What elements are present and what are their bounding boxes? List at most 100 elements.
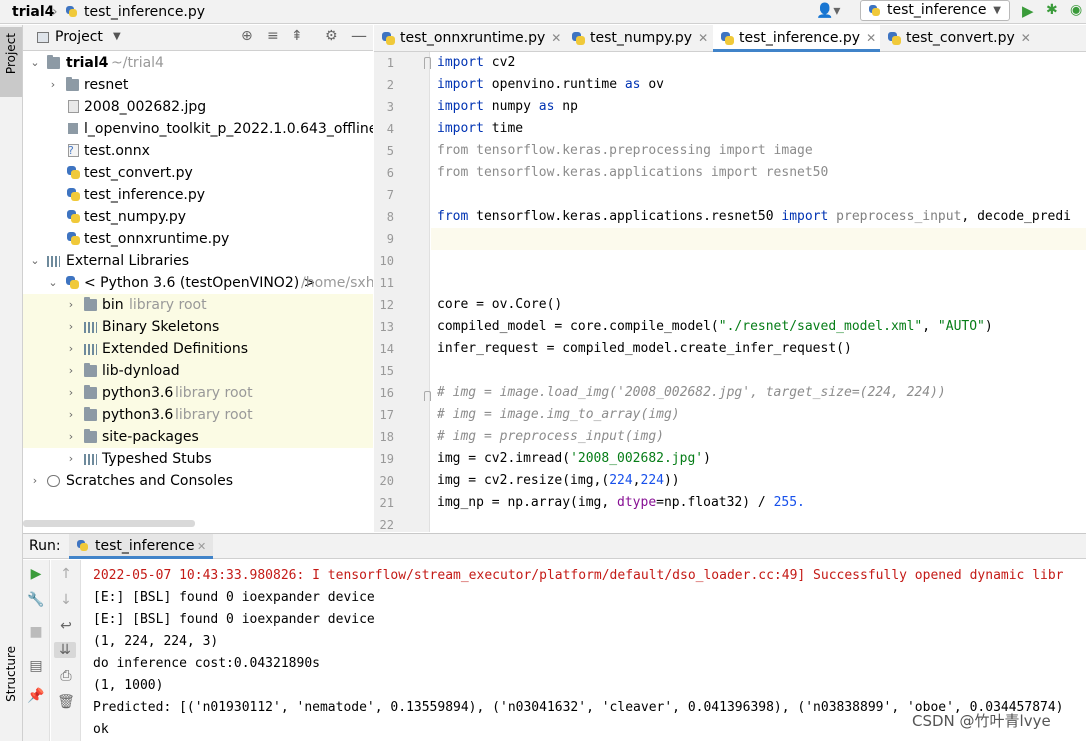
arrow-down-icon[interactable]: ↓: [56, 592, 76, 608]
chevron-right-icon[interactable]: ›: [65, 426, 77, 448]
pin-icon[interactable]: 📌: [26, 688, 46, 704]
gear-icon[interactable]: ⚙: [325, 28, 338, 44]
code-editor[interactable]: import cv2 import openvino.runtime as ov…: [431, 52, 1086, 532]
chevron-right-icon[interactable]: ›: [65, 360, 77, 382]
folder-icon: [84, 385, 97, 399]
line-number: 17: [379, 408, 394, 422]
soft-wrap-icon[interactable]: ↩: [56, 618, 76, 634]
locate-icon[interactable]: ⊕: [241, 28, 253, 44]
chevron-down-icon[interactable]: ▼: [113, 31, 121, 42]
print-icon[interactable]: ⎙: [56, 668, 76, 684]
tree-item-onnx[interactable]: ? test.onnx: [23, 140, 373, 162]
code-line-18: # img = preprocess_input(img): [437, 429, 664, 444]
chevron-right-icon[interactable]: ›: [65, 404, 77, 426]
python-file-icon: [382, 32, 395, 45]
tree-external-libraries[interactable]: ⌄ External Libraries: [23, 250, 373, 272]
scroll-to-end-icon[interactable]: ⇊: [54, 642, 76, 658]
tree-item-label: test.onnx: [84, 143, 150, 159]
python-file-icon: [888, 32, 901, 45]
close-icon[interactable]: ✕: [197, 540, 206, 553]
collapse-all-icon[interactable]: ⇞: [291, 28, 303, 44]
code-line-2: import openvino.runtime as ov: [437, 77, 664, 92]
close-icon[interactable]: ✕: [551, 31, 561, 45]
chevron-right-icon[interactable]: ›: [65, 294, 77, 316]
coverage-icon[interactable]: ◉: [1070, 2, 1082, 18]
tree-item-label: l_openvino_toolkit_p_2022.1.0.643_offlin…: [84, 121, 373, 137]
wrench-icon[interactable]: 🔧: [26, 592, 46, 608]
tree-lib-extended-definitions[interactable]: › Extended Definitions: [23, 338, 373, 360]
chevron-right-icon[interactable]: ›: [65, 382, 77, 404]
tree-lib-binary-skeletons[interactable]: › Binary Skeletons: [23, 316, 373, 338]
close-icon[interactable]: ✕: [866, 31, 876, 45]
scratches-icon: [47, 475, 60, 487]
breadcrumb-project[interactable]: trial4: [12, 2, 54, 22]
tree-item-test-onnxruntime[interactable]: test_onnxruntime.py: [23, 228, 373, 250]
tab-test-onnxruntime[interactable]: test_onnxruntime.py ✕: [374, 25, 564, 52]
code-line-4: import time: [437, 121, 524, 136]
close-icon[interactable]: ✕: [698, 31, 708, 45]
console-line: [E:] [BSL] found 0 ioexpander device: [93, 590, 375, 605]
arrow-up-icon[interactable]: ↑: [56, 566, 76, 582]
code-line-5: from tensorflow.keras.preprocessing impo…: [437, 143, 813, 158]
breadcrumb-file[interactable]: test_inference.py: [84, 2, 205, 22]
tree-lib-site-packages[interactable]: › site-packages: [23, 426, 373, 448]
trash-icon[interactable]: 🗑: [56, 694, 76, 710]
chevron-right-icon[interactable]: ›: [29, 470, 41, 492]
tab-test-inference[interactable]: test_inference.py ✕: [713, 25, 880, 52]
tree-lib-note: library root: [175, 385, 253, 401]
chevron-down-icon[interactable]: ⌄: [29, 250, 41, 272]
hide-icon[interactable]: —: [351, 26, 367, 45]
tab-test-convert[interactable]: test_convert.py ✕: [880, 25, 1045, 52]
tree-scratches[interactable]: › Scratches and Consoles: [23, 470, 373, 492]
tree-item-test-numpy[interactable]: test_numpy.py: [23, 206, 373, 228]
tree-root-label: trial4: [66, 55, 109, 71]
project-panel-title[interactable]: Project: [55, 29, 103, 45]
layout-icon[interactable]: ▤: [26, 658, 46, 674]
rerun-icon[interactable]: ▶: [26, 566, 46, 582]
play-icon[interactable]: ▶: [1022, 2, 1034, 20]
tree-lib-lib-dynload[interactable]: › lib-dynload: [23, 360, 373, 382]
chevron-right-icon[interactable]: ›: [65, 448, 77, 470]
tree-external-libraries-label: External Libraries: [66, 253, 189, 269]
project-tool-tab[interactable]: Project: [0, 27, 22, 97]
tab-test-numpy[interactable]: test_numpy.py ✕: [564, 25, 714, 52]
project-tree: ⌄ trial4 ~/trial4 › resnet 2008_002682.j…: [23, 52, 373, 532]
tree-root[interactable]: ⌄ trial4 ~/trial4: [23, 52, 373, 74]
line-number: 18: [379, 430, 394, 444]
tree-lib-bin[interactable]: › bin library root: [23, 294, 373, 316]
run-configuration-select[interactable]: test_inference ▼: [860, 0, 1010, 21]
code-line-3: import numpy as np: [437, 99, 578, 114]
run-tab-test-inference[interactable]: test_inference ✕: [69, 534, 213, 559]
tree-item-openvino-installer[interactable]: l_openvino_toolkit_p_2022.1.0.643_offlin…: [23, 118, 373, 140]
chevron-down-icon[interactable]: ⌄: [29, 52, 41, 74]
line-number: 15: [379, 364, 394, 378]
close-icon[interactable]: ✕: [1021, 31, 1031, 45]
structure-tool-tab[interactable]: Structure: [0, 640, 22, 720]
line-number: 12: [379, 298, 394, 312]
stop-icon[interactable]: ■: [26, 624, 46, 640]
project-panel-header: Project ▼ ⊕ ≡ ⇞ ⚙ —: [23, 25, 373, 51]
tab-label: test_onnxruntime.py: [400, 30, 546, 46]
fold-icon[interactable]: [424, 391, 431, 401]
chevron-right-icon[interactable]: ›: [65, 316, 77, 338]
bug-icon[interactable]: ✱: [1046, 2, 1058, 18]
horizontal-scrollbar[interactable]: [23, 520, 195, 527]
editor-gutter: 1 2 3 4 5 6 7 8 9 10 11 12 13 14 15 16 1…: [374, 52, 431, 532]
chevron-right-icon[interactable]: ›: [65, 338, 77, 360]
chevron-right-icon[interactable]: ›: [47, 74, 59, 96]
chevron-down-icon[interactable]: ⌄: [47, 272, 59, 294]
user-icon[interactable]: 👤▾: [816, 3, 840, 19]
tree-lib-label: python3.6: [102, 385, 174, 401]
tree-item-resnet[interactable]: › resnet: [23, 74, 373, 96]
code-line-8: from tensorflow.keras.applications.resne…: [437, 209, 1071, 224]
tree-item-test-convert[interactable]: test_convert.py: [23, 162, 373, 184]
fold-icon[interactable]: [424, 57, 431, 69]
expand-all-icon[interactable]: ≡: [267, 28, 279, 44]
line-number: 1: [386, 56, 394, 70]
tree-lib-python36-b[interactable]: › python3.6 library root: [23, 404, 373, 426]
tree-item-test-inference[interactable]: test_inference.py: [23, 184, 373, 206]
tree-python-sdk[interactable]: ⌄ < Python 3.6 (testOpenVINO2) > /home/s…: [23, 272, 373, 294]
tree-lib-typeshed-stubs[interactable]: › Typeshed Stubs: [23, 448, 373, 470]
tree-item-jpg[interactable]: 2008_002682.jpg: [23, 96, 373, 118]
tree-lib-python36-a[interactable]: › python3.6 library root: [23, 382, 373, 404]
